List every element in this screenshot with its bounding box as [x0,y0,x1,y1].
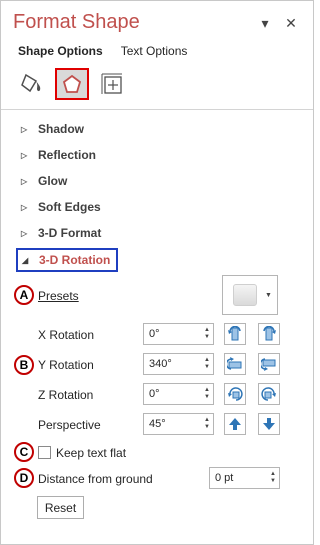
section-3d-format[interactable]: ▷ 3-D Format [21,224,101,242]
expand-triangle-icon: ▷ [21,150,28,160]
z-rotation-label: Z Rotation [38,388,94,402]
expand-triangle-icon: ▷ [21,228,28,238]
z-rotate-clockwise-button[interactable] [224,383,246,405]
expand-triangle-icon: ▷ [21,202,28,212]
chevron-down-icon: ▼ [265,291,272,299]
pane-options-dropdown-icon[interactable]: ▾ [256,13,274,33]
callout-badge-b: B [14,355,34,375]
section-label: Reflection [38,148,97,162]
rotate-left-icon [228,326,241,341]
callout-badge-c: C [14,442,34,462]
spinner-arrows-icon[interactable]: ▲ ▼ [201,417,213,431]
options-tabs: Shape Options Text Options [18,44,187,58]
distance-from-ground-value[interactable]: 0 pt [210,472,267,484]
rotate-clockwise-icon [228,387,243,401]
perspective-spinner[interactable]: 45° ▲ ▼ [143,413,214,435]
rotate-up-icon [227,357,242,370]
perspective-label: Perspective [38,418,101,432]
y-rotation-label: Y Rotation [38,358,94,372]
section-label: Shadow [38,122,85,136]
tab-text-options[interactable]: Text Options [121,44,188,58]
section-label: 3-D Rotation [39,253,111,267]
presets-dropdown[interactable]: ▼ [222,275,278,315]
spinner-arrows-icon[interactable]: ▲ ▼ [267,471,279,485]
spinner-arrows-icon[interactable]: ▲ ▼ [201,327,213,341]
presets-label: Presets [38,289,79,303]
preset-swatch [233,284,257,306]
section-soft-edges[interactable]: ▷ Soft Edges [21,198,101,216]
presets-label-text: Presets [38,289,79,303]
arrow-up-icon [229,418,241,430]
collapse-triangle-icon: ◢ [22,255,29,265]
arrow-down-icon [263,418,275,430]
z-rotate-counterclockwise-button[interactable] [258,383,280,405]
rotate-down-icon [261,358,276,371]
fill-line-icon[interactable] [15,68,49,100]
format-shape-pane: Format Shape ▾ ✕ Shape Options Text Opti… [0,0,314,545]
tab-shape-options[interactable]: Shape Options [18,44,103,58]
y-rotation-spinner[interactable]: 340° ▲ ▼ [143,353,214,375]
section-label: Soft Edges [38,200,101,214]
decrease-perspective-button[interactable] [258,413,280,435]
z-rotation-spinner[interactable]: 0° ▲ ▼ [143,383,214,405]
x-rotation-label: X Rotation [38,328,95,342]
callout-badge-d: D [14,468,34,488]
section-label: 3-D Format [38,226,102,240]
rotate-right-icon [263,326,276,341]
z-rotation-value[interactable]: 0° [144,388,201,400]
expand-triangle-icon: ▷ [21,176,28,186]
y-rotation-value[interactable]: 340° [144,358,201,370]
callout-badge-a: A [14,285,34,305]
distance-from-ground-label: Distance from ground [38,472,153,486]
expand-triangle-icon: ▷ [21,124,28,134]
section-3d-rotation[interactable]: ◢ 3-D Rotation [16,248,119,272]
x-rotation-value[interactable]: 0° [144,328,201,340]
pane-title: Format Shape [13,11,140,33]
y-rotate-up-button[interactable] [224,353,246,375]
section-reflection[interactable]: ▷ Reflection [21,146,96,164]
section-glow[interactable]: ▷ Glow [21,172,67,190]
section-label: Glow [38,174,68,188]
section-shadow[interactable]: ▷ Shadow [21,120,84,138]
keep-text-flat-label[interactable]: Keep text flat [56,446,126,460]
spinner-arrows-icon[interactable]: ▲ ▼ [201,357,213,371]
category-icon-row [15,68,129,100]
x-rotate-left-button[interactable] [224,323,246,345]
x-rotate-right-button[interactable] [258,323,280,345]
perspective-value[interactable]: 45° [144,418,201,430]
keep-text-flat-checkbox[interactable] [38,446,51,459]
close-icon[interactable]: ✕ [282,13,300,33]
rotate-counterclockwise-icon [261,387,276,401]
divider [1,109,313,110]
effects-pentagon-icon[interactable] [55,68,89,100]
reset-button[interactable]: Reset [37,496,84,519]
y-rotate-down-button[interactable] [258,353,280,375]
spinner-arrows-icon[interactable]: ▲ ▼ [201,387,213,401]
x-rotation-spinner[interactable]: 0° ▲ ▼ [143,323,214,345]
distance-from-ground-spinner[interactable]: 0 pt ▲ ▼ [209,467,280,489]
increase-perspective-button[interactable] [224,413,246,435]
size-properties-icon[interactable] [95,68,129,100]
